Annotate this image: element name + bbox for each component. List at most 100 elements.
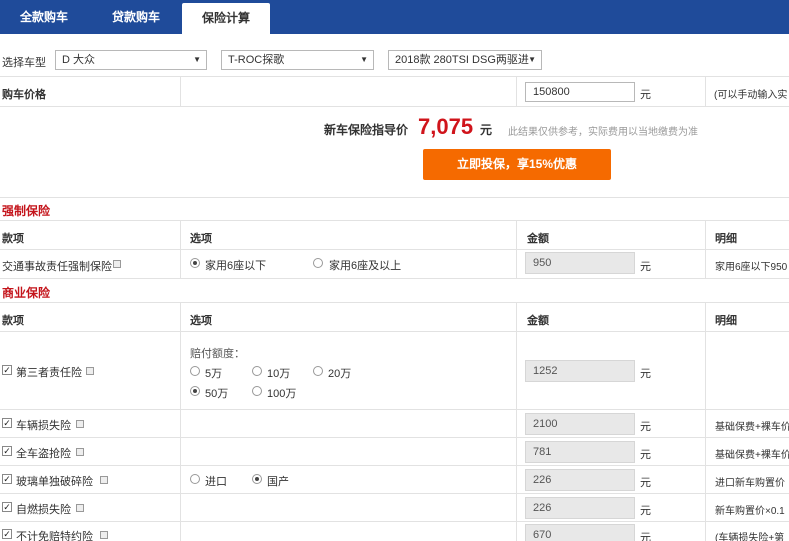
guide-price-note: 此结果仅供参考，实际费用以当地缴费为准 [508,127,698,138]
third-party-name: 第三者责任险 [16,367,82,379]
divider [0,521,789,522]
option-5w: 5万 [205,368,223,380]
option-under-6-seats: 家用6座以下 [205,260,267,272]
divider [180,302,181,541]
compulsory-detail: 家用6座以下950 [715,262,788,273]
divider [0,220,789,221]
compulsory-item-name: 交通事故责任强制保险 [2,261,112,273]
divider [705,302,706,541]
car-select-label: 选择车型 [2,57,46,69]
non-deductible-name: 不计免赔特约险 [16,531,93,541]
divider [0,278,789,279]
info-icon[interactable] [86,367,94,375]
divider [0,331,789,332]
theft-detail: 基础保费+裸车价 [715,450,789,461]
radio-domestic[interactable] [252,474,262,484]
tab-loan[interactable]: 贷款购车 [92,0,180,34]
divider [180,77,181,106]
option-10w: 10万 [267,368,291,380]
divider [0,197,789,198]
self-ignition-checkbox[interactable]: ✓ [2,502,12,512]
option-imported: 进口 [205,476,227,488]
divider [0,437,789,438]
col-option: 选项 [190,233,212,245]
col-detail: 明细 [715,233,737,245]
tab-full-payment[interactable]: 全款购车 [0,0,88,34]
guide-price-unit: 元 [480,123,493,137]
divider [0,493,789,494]
chevron-down-icon: ▼ [360,55,368,64]
divider [0,76,789,77]
non-deductible-amount: 670 [525,524,635,541]
radio-10w[interactable] [252,366,262,376]
vehicle-damage-checkbox[interactable]: ✓ [2,418,12,428]
divider [0,465,789,466]
self-ignition-amount: 226 [525,497,635,519]
divider [516,302,517,541]
vehicle-damage-amount: 2100 [525,413,635,435]
radio-under-6-seats[interactable] [190,258,200,268]
model-select-value: 2018款 280TSI DSG两驱进 [395,54,529,66]
divider [516,220,517,278]
glass-name: 玻璃单独破碎险 [16,476,93,488]
info-icon[interactable] [100,476,108,484]
glass-checkbox[interactable]: ✓ [2,474,12,484]
brand-select-value: D 大众 [62,54,95,66]
radio-6-seats-plus[interactable] [313,258,323,268]
chevron-down-icon: ▼ [528,55,536,64]
series-select[interactable]: T-ROC探歌 ▼ [221,50,374,70]
col-item: 款项 [2,315,24,327]
tab-insurance[interactable]: 保险计算 [182,3,270,34]
divider [0,106,789,107]
divider [705,220,706,278]
radio-50w[interactable] [190,386,200,396]
self-ignition-unit: 元 [640,505,651,517]
compulsory-amount: 950 [525,252,635,274]
col-option: 选项 [190,315,212,327]
guide-price-label: 新车保险指导价 [324,123,409,137]
insure-now-button[interactable]: 立即投保，享15%优惠 [423,149,611,180]
option-20w: 20万 [328,368,352,380]
info-icon[interactable] [113,260,121,268]
payout-label: 赔付额度： [190,348,245,360]
self-ignition-name: 自燃损失险 [16,504,71,516]
divider [180,220,181,278]
chevron-down-icon: ▼ [193,55,201,64]
price-input[interactable]: 150800 [525,82,635,102]
third-party-checkbox[interactable]: ✓ [2,365,12,375]
radio-5w[interactable] [190,366,200,376]
commercial-section-title: 商业保险 [2,286,51,300]
col-amount: 金额 [527,233,549,245]
third-party-unit: 元 [640,368,651,380]
info-icon[interactable] [100,531,108,539]
price-unit: 元 [640,89,651,101]
brand-select[interactable]: D 大众 ▼ [55,50,207,70]
divider [0,409,789,410]
theft-amount: 781 [525,441,635,463]
guide-price-value: 7,075 [418,114,474,139]
model-select[interactable]: 2018款 280TSI DSG两驱进 ▼ [388,50,542,70]
info-icon[interactable] [76,504,84,512]
compulsory-unit: 元 [640,261,651,273]
glass-detail: 进口新车购置价 [715,478,785,489]
price-label: 购车价格 [2,89,46,101]
glass-unit: 元 [640,477,651,489]
series-select-value: T-ROC探歌 [228,54,285,66]
divider [0,249,789,250]
glass-amount: 226 [525,469,635,491]
vehicle-damage-unit: 元 [640,421,651,433]
radio-20w[interactable] [313,366,323,376]
divider [516,77,517,106]
option-6-seats-plus: 家用6座及以上 [329,260,402,272]
vehicle-damage-detail: 基础保费+裸车价 [715,422,789,433]
self-ignition-detail: 新车购置价×0.1 [715,506,785,517]
theft-checkbox[interactable]: ✓ [2,446,12,456]
radio-imported[interactable] [190,474,200,484]
non-deductible-checkbox[interactable]: ✓ [2,529,12,539]
option-50w: 50万 [205,388,229,400]
radio-100w[interactable] [252,386,262,396]
theft-unit: 元 [640,449,651,461]
compulsory-section-title: 强制保险 [2,204,51,218]
info-icon[interactable] [76,448,84,456]
info-icon[interactable] [76,420,84,428]
